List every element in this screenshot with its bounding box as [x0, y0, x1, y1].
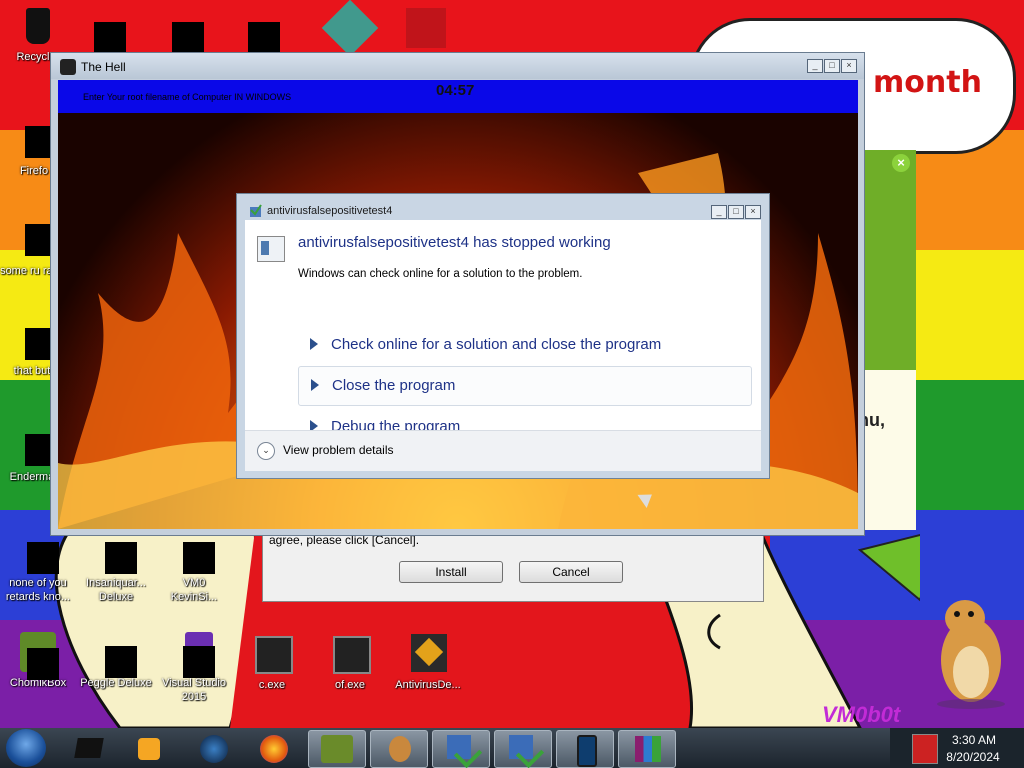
bubble-text: month	[873, 65, 982, 100]
icon-label: none of you retards kno...	[5, 577, 71, 603]
peggle-icon	[93, 630, 139, 678]
dialog-footer: ⌄ View problem details	[245, 430, 761, 471]
app-icon	[60, 59, 76, 75]
exe-icon	[249, 632, 295, 678]
arrow-icon	[310, 338, 318, 350]
taskbar-phone-button[interactable]	[556, 730, 614, 768]
minimize-icon[interactable]: _	[711, 205, 727, 219]
app-icon	[9, 424, 57, 470]
taskbar-firefox-button[interactable]	[246, 730, 302, 766]
desktop-icon-insaniquarium[interactable]: Insaniquar... Deluxe	[80, 530, 152, 604]
app-icon[interactable]	[406, 8, 446, 48]
maximize-icon[interactable]: □	[728, 205, 744, 219]
app-icon	[250, 204, 262, 217]
close-icon[interactable]: ×	[841, 59, 857, 73]
option-label: Check online for a solution and close th…	[331, 336, 662, 353]
desktop-icon-hidden[interactable]	[248, 22, 280, 54]
taskbar-antivirus-test-button[interactable]	[494, 730, 552, 768]
clock-time[interactable]: 3:30 AM	[944, 733, 1004, 747]
desktop-icon-vm0[interactable]: VM0 KevinSi...	[158, 530, 230, 604]
crash-heading: antivirusfalsepositivetest4 has stopped …	[298, 234, 611, 251]
desktop-icon-visual-studio[interactable]: Visual Studio 2015	[158, 630, 230, 704]
brand-text: VM0b0t	[822, 702, 901, 727]
taskbar-hamster-button[interactable]	[370, 730, 428, 768]
check-online-option[interactable]: Check online for a solution and close th…	[298, 326, 750, 364]
taskbar-globe-button[interactable]	[186, 730, 242, 766]
cancel-button[interactable]: Cancel	[519, 561, 623, 583]
install-button[interactable]: Install	[399, 561, 503, 583]
app-icon	[171, 530, 217, 576]
exe-icon	[327, 632, 373, 678]
chevron-down-icon[interactable]: ⌄	[257, 442, 275, 460]
start-button[interactable]	[6, 729, 46, 767]
minimize-icon[interactable]: _	[807, 59, 823, 73]
app-icon	[93, 530, 139, 576]
dialog-title: antivirusfalsepositivetest4	[267, 205, 393, 217]
hamster-icon	[937, 600, 1005, 709]
notification-icon[interactable]	[912, 734, 938, 764]
crash-dialog: antivirusfalsepositivetest4 _ □ × antivi…	[236, 193, 770, 479]
dialog-body: antivirusfalsepositivetest4 has stopped …	[245, 220, 761, 435]
desktop-icon-hidden[interactable]	[172, 22, 204, 54]
banner: Enter Your root filename of Computer IN …	[58, 80, 858, 113]
close-program-option[interactable]: Close the program	[298, 366, 752, 406]
desktop-icon-c-exe[interactable]: c.exe	[236, 632, 308, 692]
taskbar-antivirus-button[interactable]	[432, 730, 490, 768]
installer-dialog: agree, please click [Cancel]. Install Ca…	[262, 530, 764, 602]
app-icon	[15, 530, 61, 576]
clock-date[interactable]: 8/20/2024	[940, 750, 1006, 764]
icon-label: AntivirusDe...	[395, 679, 461, 691]
icon-label: Peggle Deluxe	[80, 677, 152, 689]
desktop-icon-none-of-you[interactable]: none of you retards kno...	[2, 530, 74, 604]
taskbar-media-player-button[interactable]	[122, 730, 178, 766]
desktop-icon-antivirus[interactable]: AntivirusDe...	[392, 632, 464, 692]
option-label: Close the program	[332, 377, 456, 394]
icon-label: Visual Studio 2015	[161, 677, 226, 703]
title-bar[interactable]: The Hell _ □ ×	[51, 53, 864, 79]
taskbar	[0, 728, 1024, 768]
view-details-link[interactable]: View problem details	[283, 443, 394, 457]
taskbar-app-button[interactable]	[62, 730, 118, 766]
icon-label: of.exe	[335, 679, 365, 691]
countdown-timer: 04:57	[436, 82, 475, 99]
taskbar-archive-button[interactable]	[618, 730, 676, 768]
window-title: The Hell	[81, 60, 126, 74]
close-icon[interactable]: ×	[892, 154, 910, 172]
file-icon	[9, 318, 57, 364]
banner-text: Enter Your root filename of Computer IN …	[83, 92, 292, 102]
crash-subtext: Windows can check online for a solution …	[298, 268, 583, 280]
antivirus-icon	[405, 632, 451, 678]
close-icon[interactable]: ×	[745, 205, 761, 219]
desktop-icon-peggle[interactable]: Peggle Deluxe	[80, 630, 152, 690]
chomikbox-icon	[15, 630, 61, 680]
desktop-icon-hidden[interactable]	[94, 22, 126, 54]
icon-label: Insaniquar... Deluxe	[86, 577, 146, 603]
desktop-icon-chomikbox[interactable]: ChomikBox	[2, 630, 74, 690]
desktop-icon-of-exe[interactable]: of.exe	[314, 632, 386, 692]
icon-label: c.exe	[258, 679, 286, 691]
program-icon	[257, 236, 285, 262]
arrow-icon	[311, 379, 319, 391]
maximize-icon[interactable]: □	[824, 59, 840, 73]
visual-studio-icon	[171, 630, 217, 678]
taskbar-chomikbox-button[interactable]	[308, 730, 366, 768]
recycle-bin-icon	[13, 4, 59, 50]
icon-label: VM0 KevinSi...	[170, 577, 218, 603]
